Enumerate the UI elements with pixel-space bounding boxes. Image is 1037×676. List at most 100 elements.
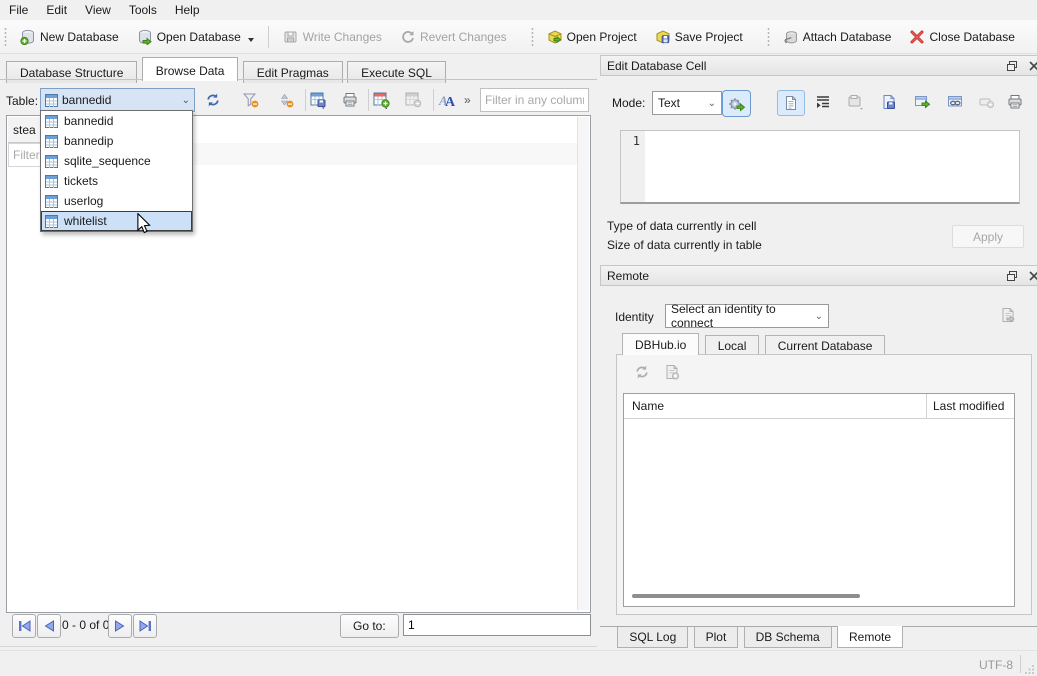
main-toolbar: New Database Open Database Write Changes… bbox=[0, 20, 1037, 54]
write-changes-button[interactable]: Write Changes bbox=[276, 25, 389, 49]
refresh-button[interactable] bbox=[200, 88, 226, 112]
print-cell-button[interactable] bbox=[1002, 90, 1028, 114]
tab-browse-data[interactable]: Browse Data bbox=[142, 57, 239, 81]
encoding-indicator[interactable]: UTF-8 bbox=[979, 658, 1013, 672]
toolbar-overflow-chevron[interactable]: » bbox=[464, 93, 471, 107]
remote-refresh-button[interactable] bbox=[629, 360, 655, 384]
revert-changes-icon bbox=[400, 29, 416, 45]
write-changes-label: Write Changes bbox=[303, 30, 382, 44]
mode-select-value: Text bbox=[658, 96, 680, 110]
edit-display-format-button[interactable]: AA bbox=[433, 88, 459, 112]
previous-record-button[interactable] bbox=[37, 614, 61, 638]
menu-bar: File Edit View Tools Help bbox=[0, 0, 1037, 20]
main-tab-bar: Database Structure Browse Data Edit Prag… bbox=[6, 57, 447, 80]
statusbar-separator bbox=[1020, 655, 1021, 673]
text-mode-button[interactable] bbox=[777, 90, 805, 116]
tab-sql-log[interactable]: SQL Log bbox=[617, 627, 688, 648]
clear-sort-button[interactable] bbox=[272, 88, 298, 112]
insert-record-icon bbox=[373, 92, 391, 109]
float-icon bbox=[1006, 60, 1018, 72]
clear-filters-button[interactable] bbox=[237, 88, 263, 112]
float-panel-button[interactable] bbox=[1004, 269, 1020, 283]
push-database-icon bbox=[1000, 307, 1017, 323]
table-dropdown-item-label: userlog bbox=[64, 194, 103, 208]
table-dropdown-item-label: tickets bbox=[64, 174, 98, 188]
previous-record-icon bbox=[43, 620, 55, 632]
goto-button[interactable]: Go to: bbox=[340, 614, 399, 638]
tab-local[interactable]: Local bbox=[705, 335, 760, 356]
table-dropdown-item[interactable]: sqlite_sequence bbox=[41, 151, 192, 171]
menu-tools[interactable]: Tools bbox=[120, 1, 166, 19]
grid-column-header-label: stea bbox=[13, 123, 36, 137]
word-wrap-icon bbox=[815, 94, 831, 110]
close-panel-button[interactable] bbox=[1026, 59, 1037, 73]
table-dropdown-item[interactable]: tickets bbox=[41, 171, 192, 191]
open-file-in-cell-button[interactable] bbox=[843, 90, 869, 114]
grid-vertical-scrollbar[interactable] bbox=[577, 117, 589, 610]
tab-dbhub[interactable]: DBHub.io bbox=[622, 333, 699, 355]
open-project-icon bbox=[547, 29, 563, 45]
save-table-button[interactable] bbox=[306, 88, 332, 112]
float-panel-button[interactable] bbox=[1004, 59, 1020, 73]
identity-select[interactable]: Select an identity to connect ⌄ bbox=[665, 304, 829, 328]
remote-database-list[interactable]: Name Last modified bbox=[623, 393, 1015, 607]
mode-select[interactable]: Text ⌄ bbox=[652, 91, 722, 115]
open-database-button[interactable]: Open Database bbox=[130, 25, 261, 49]
remote-list-hscrollbar[interactable] bbox=[632, 594, 860, 598]
apply-button[interactable]: Apply bbox=[952, 225, 1024, 248]
table-icon bbox=[45, 135, 58, 148]
push-database-button[interactable] bbox=[995, 303, 1021, 327]
column-header-last-modified[interactable]: Last modified bbox=[926, 394, 1004, 418]
print-table-button[interactable] bbox=[337, 88, 363, 112]
new-database-button[interactable]: New Database bbox=[13, 25, 126, 49]
save-cell-button[interactable] bbox=[876, 90, 902, 114]
menu-view[interactable]: View bbox=[76, 1, 120, 19]
export-icon bbox=[914, 94, 931, 110]
tab-bar-divider bbox=[0, 79, 597, 80]
print-icon bbox=[1007, 94, 1023, 110]
close-database-button[interactable]: Close Database bbox=[902, 25, 1021, 49]
tab-plot[interactable]: Plot bbox=[694, 627, 739, 648]
tab-db-schema[interactable]: DB Schema bbox=[744, 627, 832, 648]
delete-record-button[interactable] bbox=[400, 88, 426, 112]
export-cell-button[interactable] bbox=[909, 90, 935, 114]
column-header-name[interactable]: Name bbox=[624, 399, 926, 413]
table-selector-combobox[interactable]: bannedid ⌄ bbox=[40, 88, 195, 112]
table-icon bbox=[45, 115, 58, 128]
close-panel-button[interactable] bbox=[1026, 269, 1037, 283]
open-database-dropdown-caret[interactable] bbox=[248, 38, 254, 42]
attach-database-button[interactable]: Attach Database bbox=[776, 25, 899, 49]
open-project-button[interactable]: Open Project bbox=[540, 25, 644, 49]
open-project-label: Open Project bbox=[567, 30, 637, 44]
table-label: Table: bbox=[6, 94, 38, 108]
clone-database-button[interactable] bbox=[659, 360, 685, 384]
table-dropdown-item[interactable]: bannedip bbox=[41, 131, 192, 151]
menu-edit[interactable]: Edit bbox=[37, 1, 76, 19]
revert-changes-button[interactable]: Revert Changes bbox=[393, 25, 514, 49]
first-record-icon bbox=[18, 620, 31, 632]
next-record-button[interactable] bbox=[108, 614, 132, 638]
save-project-label: Save Project bbox=[675, 30, 743, 44]
cell-size-info-label: Size of data currently in table bbox=[607, 238, 762, 252]
cell-editor[interactable]: 1 bbox=[620, 130, 1020, 204]
goto-record-input[interactable] bbox=[403, 614, 591, 636]
insert-record-button[interactable] bbox=[369, 88, 395, 112]
copy-link-button[interactable] bbox=[942, 90, 968, 114]
set-null-button[interactable] bbox=[973, 90, 999, 114]
table-dropdown-item[interactable]: bannedid bbox=[41, 111, 192, 131]
first-record-button[interactable] bbox=[12, 614, 36, 638]
cell-editor-settings-button[interactable] bbox=[722, 90, 751, 117]
filter-any-column-input[interactable] bbox=[480, 88, 589, 112]
save-project-button[interactable]: Save Project bbox=[648, 25, 750, 49]
table-dropdown-item-highlighted[interactable]: whitelist bbox=[41, 211, 192, 231]
word-wrap-button[interactable] bbox=[810, 90, 836, 114]
menu-file[interactable]: File bbox=[0, 1, 37, 19]
tab-remote[interactable]: Remote bbox=[837, 626, 903, 648]
menu-help[interactable]: Help bbox=[166, 1, 209, 19]
last-record-button[interactable] bbox=[133, 614, 157, 638]
resize-grip-icon[interactable] bbox=[1024, 664, 1035, 675]
tab-current-database[interactable]: Current Database bbox=[765, 335, 886, 356]
table-dropdown-item[interactable]: userlog bbox=[41, 191, 192, 211]
remote-panel-title: Remote bbox=[607, 269, 998, 283]
remote-list-header: Name Last modified bbox=[624, 394, 1014, 419]
